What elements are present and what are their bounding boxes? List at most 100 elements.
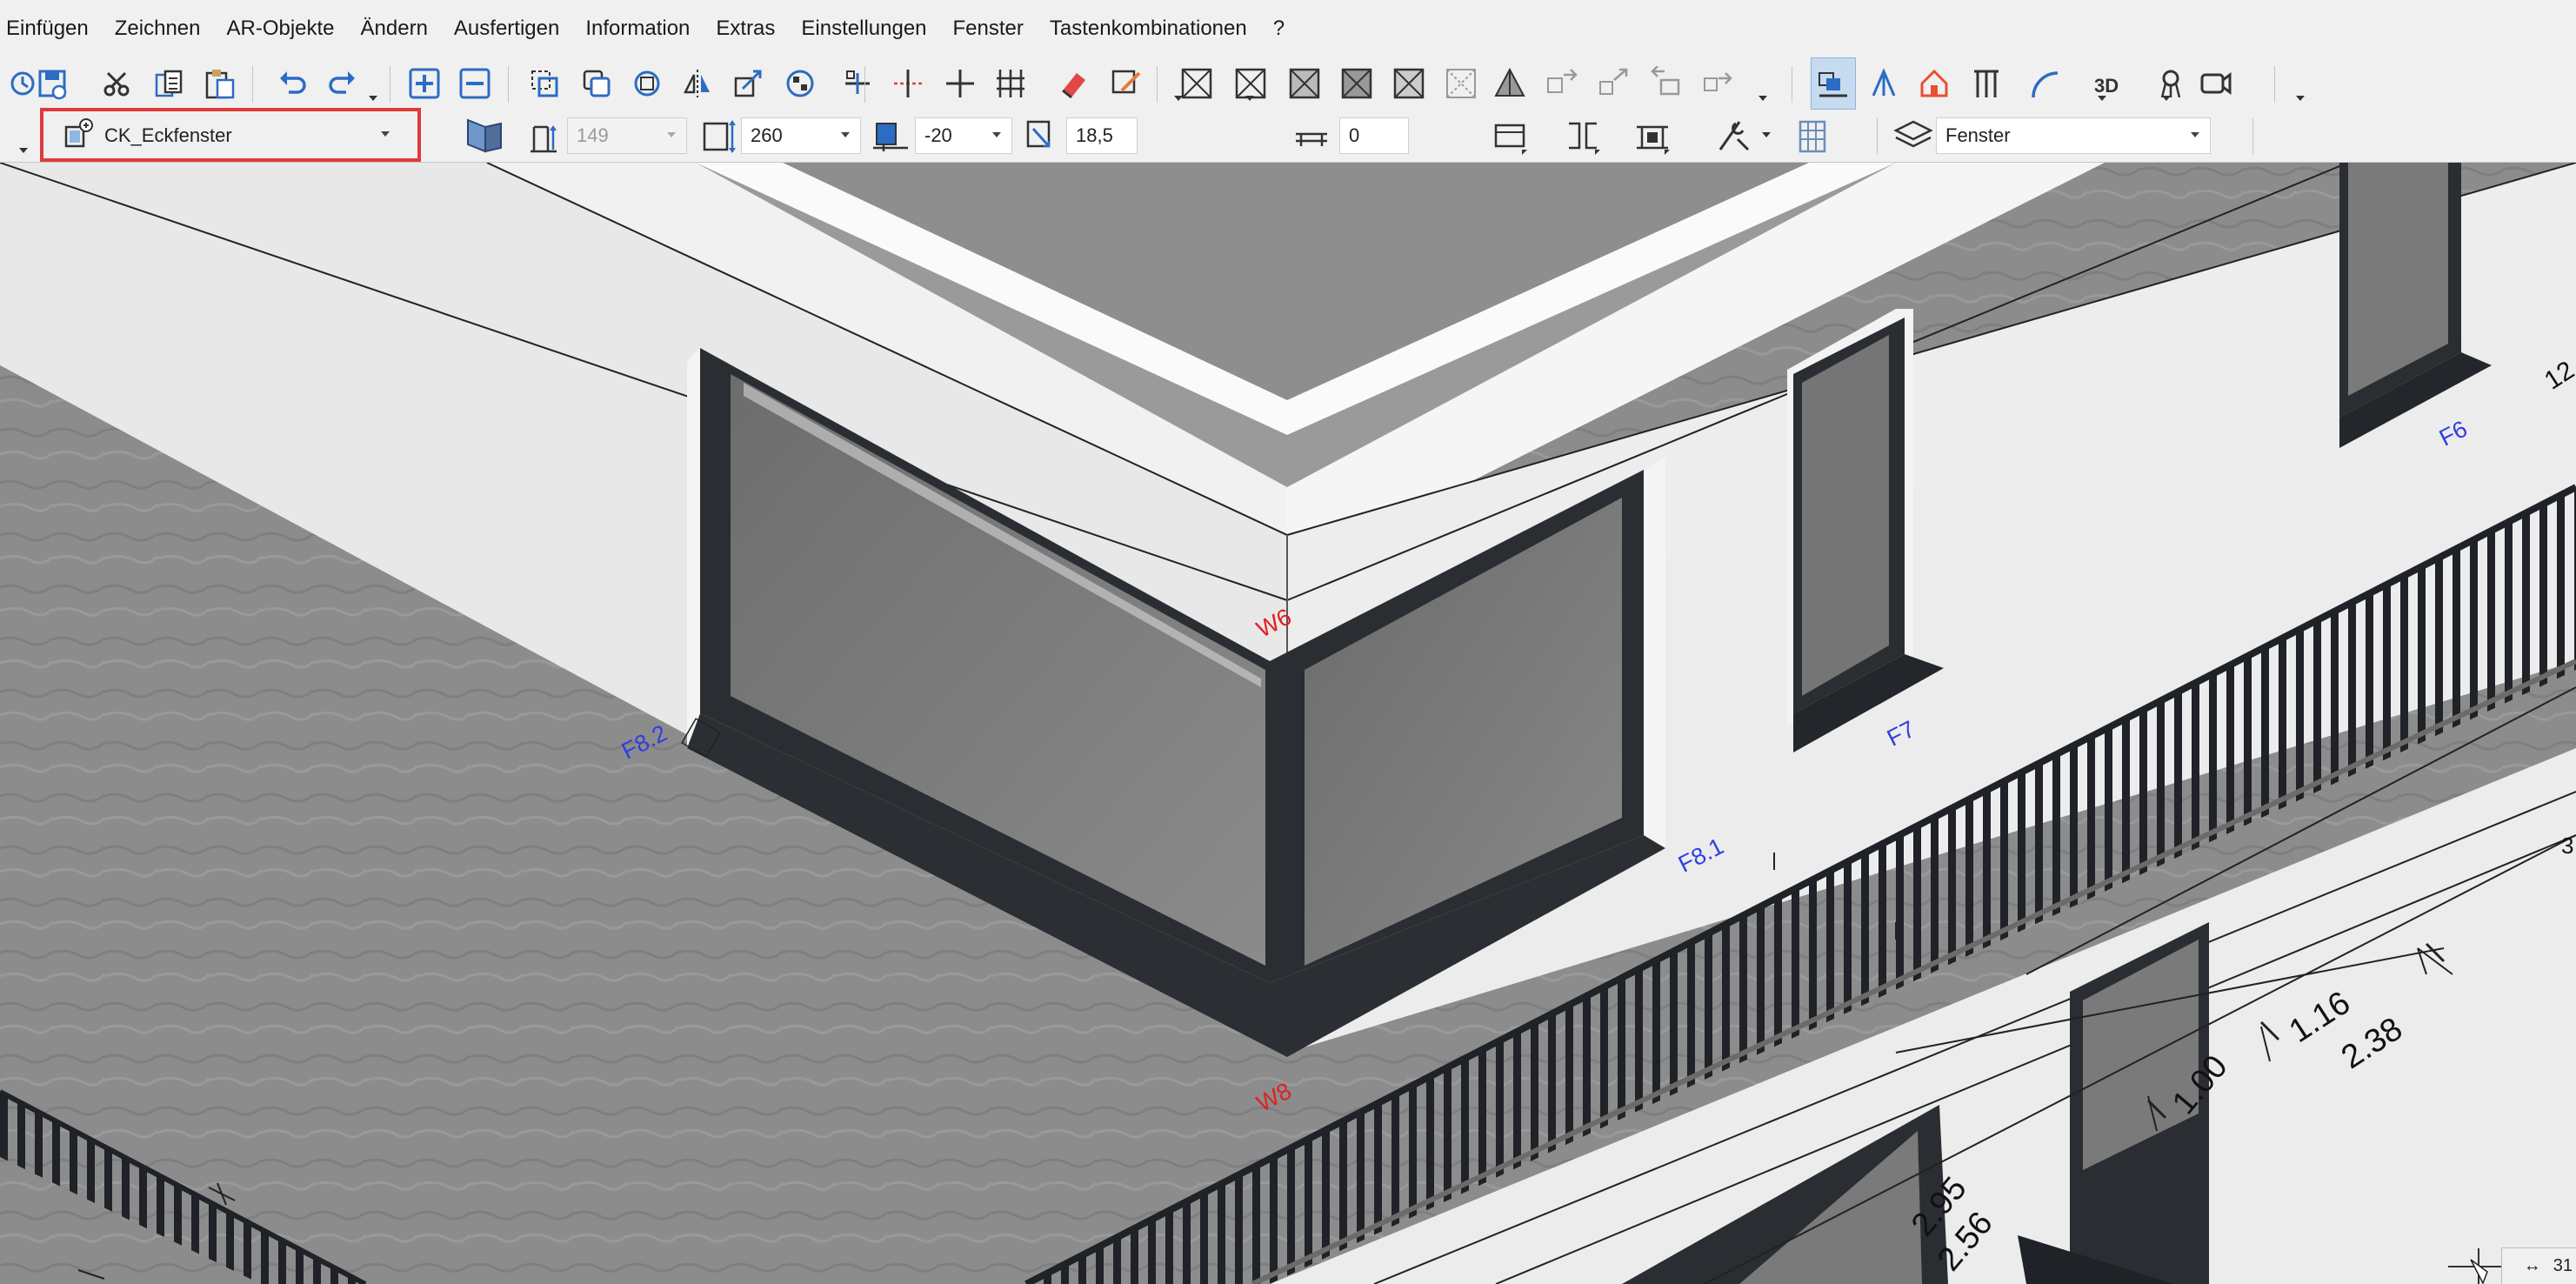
add-icon[interactable]	[402, 57, 447, 110]
reveal-depth-icon	[1019, 115, 1061, 157]
join-icon[interactable]	[988, 57, 1033, 110]
attribute-transfer-icon[interactable]	[1696, 57, 1741, 110]
toolbar-dropdown-icon[interactable]	[2296, 96, 2305, 101]
menu-ändern[interactable]: Ändern	[348, 17, 441, 41]
sill-height-value: 149	[577, 124, 609, 146]
toolbar-separator	[252, 66, 253, 103]
toolbar-separator	[2274, 66, 2275, 103]
toolbar-dropdown-icon[interactable]	[2098, 96, 2106, 101]
3d-viewport[interactable]: F8.2 F8.1 F7 F6 W6 W8 1.16 2.38 1.00 2.9…	[0, 163, 2576, 1284]
scale-icon[interactable]	[725, 57, 771, 110]
highlight-frame	[40, 108, 421, 162]
toolbar-separator	[864, 66, 865, 103]
toolbar-dropdown-icon[interactable]	[1174, 96, 1183, 101]
separator	[2252, 118, 2253, 155]
toolbar-dropdown-icon[interactable]	[1245, 96, 1254, 101]
menu-information[interactable]: Information	[572, 17, 703, 41]
tools-icon[interactable]	[1712, 115, 1753, 157]
menu-ausfertigen[interactable]: Ausfertigen	[441, 17, 572, 41]
projection-field[interactable]: 0	[1339, 117, 1409, 154]
projection-value: 0	[1349, 124, 1360, 146]
box-b-icon[interactable]	[1228, 57, 1273, 110]
erase-icon[interactable]	[1051, 57, 1096, 110]
coordinate-readout: ↔ 31	[2501, 1247, 2576, 1284]
opening-offset-field[interactable]: -20	[915, 117, 1012, 154]
layer-dropdown[interactable]: Fenster	[1936, 117, 2211, 154]
box-c-icon[interactable]	[1282, 57, 1327, 110]
sill-settings-icon[interactable]	[1632, 115, 1673, 157]
move-2d-icon[interactable]	[1539, 57, 1585, 110]
dropdown-arrow-icon	[2191, 132, 2199, 137]
split-icon[interactable]	[835, 57, 880, 110]
toolbar-dropdown-icon[interactable]	[2162, 96, 2171, 101]
opening-shape-icon[interactable]	[463, 115, 504, 157]
dropdown-arrow-icon	[992, 132, 1001, 137]
menu-tastenkombinationen[interactable]: Tastenkombinationen	[1037, 17, 1260, 41]
rotate-icon[interactable]	[624, 57, 670, 110]
camera-icon[interactable]	[2193, 57, 2239, 110]
array-icon[interactable]	[777, 57, 823, 110]
menu-einfügen[interactable]: Einfügen	[0, 17, 102, 41]
reveal-settings-icon[interactable]	[1562, 115, 1604, 157]
extend-icon[interactable]	[938, 57, 983, 110]
separator	[1877, 118, 1878, 155]
pyramid-icon[interactable]	[1487, 57, 1532, 110]
copy-icon[interactable]	[146, 57, 191, 110]
arc-icon[interactable]	[2023, 57, 2068, 110]
reveal-depth-value: 18,5	[1076, 124, 1113, 146]
layers-icon[interactable]	[1892, 115, 1934, 157]
frame-settings-icon[interactable]	[1489, 115, 1531, 157]
redo-icon[interactable]	[320, 57, 365, 110]
light-icon[interactable]	[2148, 57, 2193, 110]
paste-icon[interactable]	[197, 57, 242, 110]
select-window-icon[interactable]	[522, 57, 567, 110]
house-icon[interactable]	[1912, 57, 1957, 110]
duplicate-icon[interactable]	[574, 57, 619, 110]
sill-height-field: 149	[567, 117, 687, 154]
view-3d-icon[interactable]	[1644, 57, 1689, 110]
box-e-icon[interactable]	[1386, 57, 1431, 110]
cut-icon[interactable]	[94, 57, 139, 110]
grid-settings-icon[interactable]	[1792, 115, 1833, 157]
box-f-icon[interactable]	[1438, 57, 1484, 110]
toolbar-dropdown-icon[interactable]	[1758, 96, 1767, 101]
opening-height-field[interactable]: 260	[741, 117, 861, 154]
view-3d-label-icon[interactable]: 3D	[2087, 57, 2132, 110]
dropdown-arrow-icon	[841, 132, 850, 137]
save-icon[interactable]	[30, 57, 75, 110]
undo-icon[interactable]	[270, 57, 315, 110]
menu-ar-objekte[interactable]: AR-Objekte	[213, 17, 347, 41]
menu-extras[interactable]: Extras	[703, 17, 788, 41]
toolbar-separator	[508, 66, 509, 103]
edge-label-mid: 3	[2561, 833, 2574, 859]
transform-icon[interactable]	[1592, 57, 1637, 110]
menu-fenster[interactable]: Fenster	[940, 17, 1037, 41]
toolbar-dropdown-icon[interactable]	[369, 96, 377, 101]
window-f7-glass	[1802, 335, 1889, 696]
columns-icon[interactable]	[1964, 57, 2009, 110]
edit-element-icon[interactable]	[1104, 57, 1150, 110]
toolbar-separator	[1157, 66, 1158, 103]
trim-icon[interactable]	[885, 57, 931, 110]
layer-value: Fenster	[1945, 124, 2011, 146]
tools-dropdown-icon[interactable]	[1762, 132, 1771, 137]
projection-icon	[1291, 115, 1332, 157]
resize-icon: ↔	[2523, 1256, 2541, 1275]
sill-height-icon	[522, 115, 564, 157]
opening-offset-value: -20	[924, 124, 952, 146]
subtract-icon[interactable]	[452, 57, 497, 110]
opening-height-value: 260	[751, 124, 783, 146]
opening-height-icon	[696, 115, 737, 157]
menu-zeichnen[interactable]: Zeichnen	[102, 17, 214, 41]
paint-icon[interactable]	[1861, 57, 1906, 110]
active-layer-icon[interactable]	[1811, 57, 1856, 110]
box-a-icon[interactable]	[1174, 57, 1219, 110]
reveal-depth-field[interactable]: 18,5	[1066, 117, 1138, 154]
svg-text:3D: 3D	[2094, 75, 2119, 97]
box-d-icon[interactable]	[1334, 57, 1379, 110]
menu-einstellungen[interactable]: Einstellungen	[788, 17, 939, 41]
menu-help[interactable]: ?	[1260, 17, 1298, 41]
mirror-icon[interactable]	[675, 57, 720, 110]
overflow-caret-icon[interactable]	[19, 148, 28, 153]
main-toolbar: 3D	[0, 57, 2576, 110]
